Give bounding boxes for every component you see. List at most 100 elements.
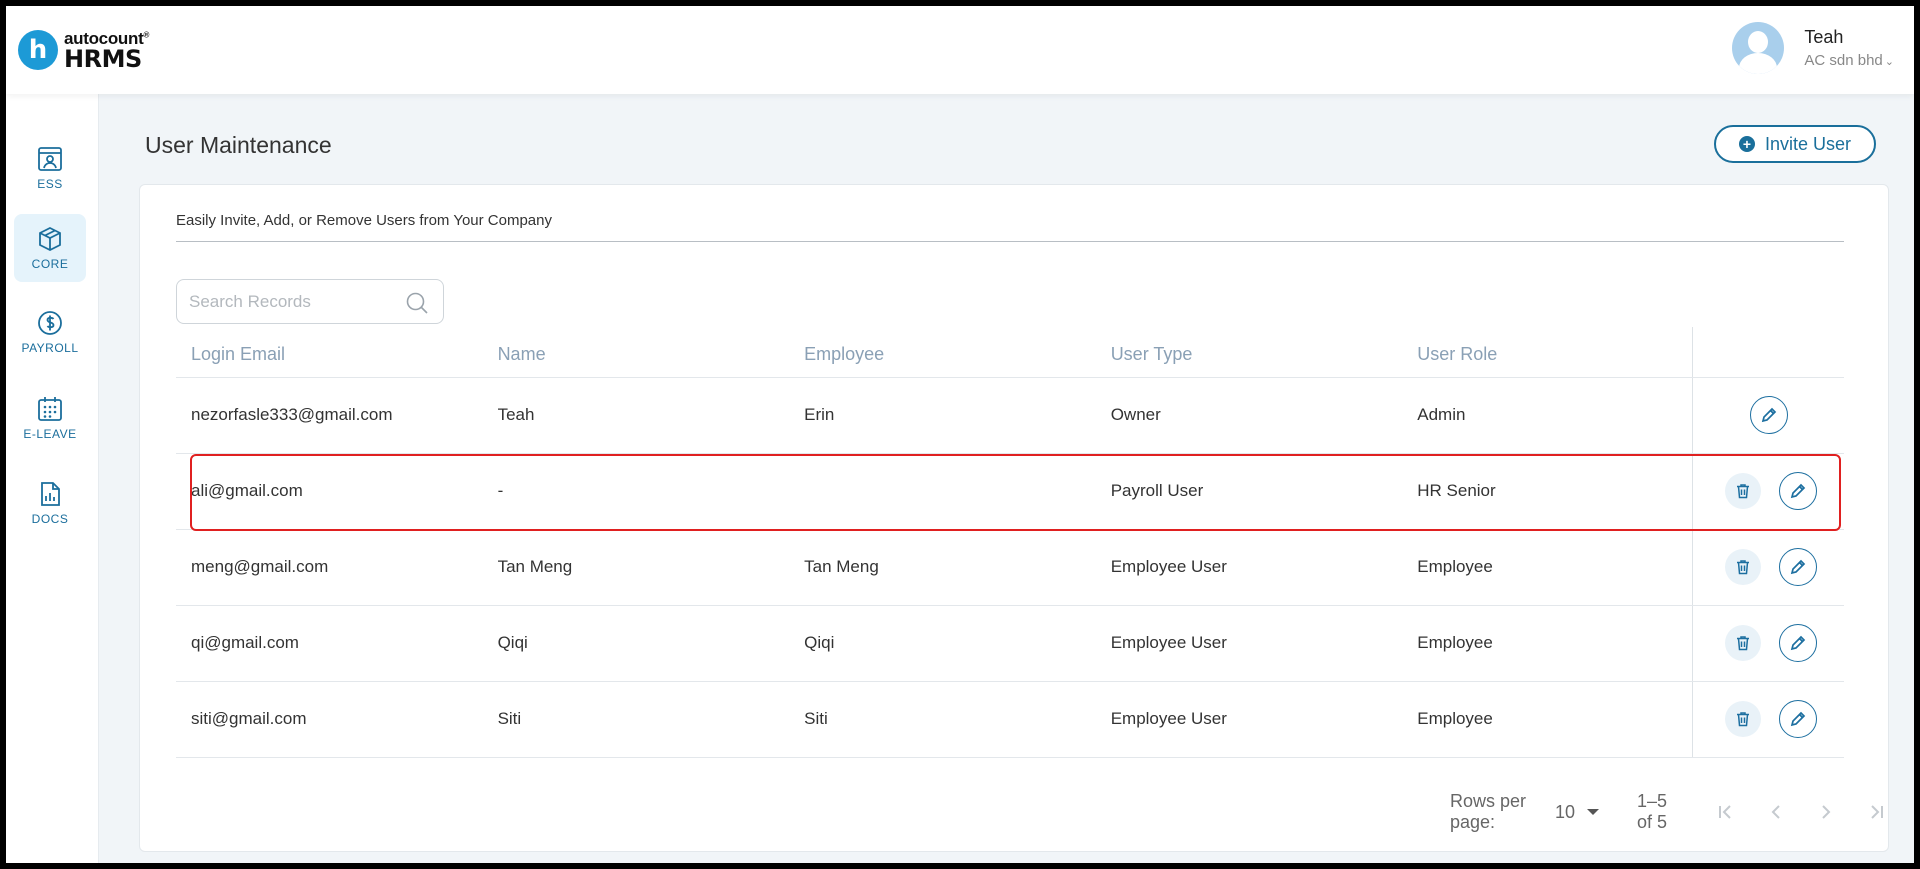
table-row[interactable]: nezorfasle333@gmail.com Teah Erin Owner … bbox=[176, 377, 1844, 454]
cell-login-email: nezorfasle333@gmail.com bbox=[176, 377, 483, 454]
last-page-button[interactable] bbox=[1864, 800, 1888, 824]
search-box bbox=[176, 279, 444, 324]
previous-page-button[interactable] bbox=[1764, 800, 1788, 824]
pencil-icon bbox=[1790, 635, 1806, 651]
cell-user-role: Admin bbox=[1402, 377, 1693, 454]
cell-actions bbox=[1692, 377, 1844, 454]
last-page-icon bbox=[1871, 805, 1883, 819]
sidebar-item-label: ESS bbox=[37, 177, 63, 191]
trash-icon bbox=[1737, 560, 1749, 575]
cell-name: Tan Meng bbox=[482, 529, 790, 606]
sidebar: ESS CORE PAYROLL E-LEAVE DOCS bbox=[6, 94, 99, 863]
chevron-left-icon bbox=[1771, 805, 1780, 819]
page-title: User Maintenance bbox=[145, 132, 332, 158]
trash-icon bbox=[1737, 484, 1749, 499]
pencil-icon bbox=[1790, 483, 1806, 499]
table-row[interactable]: qi@gmail.com Qiqi Qiqi Employee User Emp… bbox=[176, 605, 1844, 682]
cell-employee: Qiqi bbox=[789, 605, 1096, 682]
caret-down-icon bbox=[1587, 809, 1600, 815]
cell-employee bbox=[789, 453, 1096, 530]
delete-button[interactable] bbox=[1725, 473, 1761, 509]
cell-actions bbox=[1692, 681, 1844, 758]
cell-employee: Erin bbox=[789, 377, 1096, 454]
table-row[interactable]: meng@gmail.com Tan Meng Tan Meng Employe… bbox=[176, 529, 1844, 606]
rows-per-page-label: Rows per page: bbox=[1450, 791, 1527, 832]
sidebar-item-eleave[interactable]: E-LEAVE bbox=[14, 384, 86, 452]
cell-user-type: Owner bbox=[1095, 377, 1403, 454]
cell-actions bbox=[1692, 453, 1844, 530]
avatar bbox=[1732, 22, 1785, 74]
app-logo[interactable]: h autocount® HRMS bbox=[18, 26, 149, 74]
dollar-icon bbox=[38, 311, 62, 335]
first-page-button[interactable] bbox=[1714, 800, 1738, 824]
cell-actions bbox=[1692, 605, 1844, 682]
edit-button[interactable] bbox=[1779, 472, 1817, 510]
table-row[interactable]: siti@gmail.com Siti Siti Employee User E… bbox=[176, 681, 1844, 758]
app-frame: h autocount® HRMS Teah AC sdn bhd⌄ ESS bbox=[6, 6, 1914, 863]
delete-button[interactable] bbox=[1725, 625, 1761, 661]
cell-user-type: Employee User bbox=[1095, 681, 1403, 758]
trash-icon bbox=[1737, 636, 1749, 651]
sidebar-item-payroll[interactable]: PAYROLL bbox=[14, 298, 86, 366]
user-table-card: Easily Invite, Add, or Remove Users from… bbox=[139, 184, 1889, 852]
chevron-right-icon bbox=[1822, 805, 1831, 819]
cell-name: Qiqi bbox=[482, 605, 790, 682]
cube-icon bbox=[39, 226, 61, 252]
company-name: AC sdn bhd bbox=[1804, 52, 1883, 69]
sidebar-item-ess[interactable]: ESS bbox=[14, 134, 86, 202]
cell-user-role: Employee bbox=[1402, 529, 1693, 606]
sidebar-item-docs[interactable]: DOCS bbox=[14, 469, 86, 537]
calendar-icon bbox=[38, 397, 62, 421]
pencil-icon bbox=[1790, 559, 1806, 575]
user-name: Teah bbox=[1804, 27, 1844, 47]
top-bar: h autocount® HRMS Teah AC sdn bhd ⌄ bbox=[6, 6, 1914, 94]
pagination: Rows per page: 10 1–5 of 5 bbox=[1450, 791, 1888, 833]
sidebar-item-label: CORE bbox=[31, 257, 69, 271]
chevron-down-icon[interactable]: ⌄ bbox=[1885, 56, 1894, 68]
table-header-row: Login Email Name Employee User Type User… bbox=[176, 327, 1844, 378]
first-page-icon bbox=[1719, 805, 1731, 819]
rows-per-page-select[interactable]: 10 bbox=[1555, 802, 1600, 823]
pagination-range: 1–5 of 5 bbox=[1637, 791, 1668, 832]
edit-button[interactable] bbox=[1749, 396, 1788, 434]
column-header-user-role[interactable]: User Role bbox=[1402, 327, 1693, 378]
sidebar-item-label: PAYROLL bbox=[21, 341, 79, 355]
user-menu[interactable]: Teah AC sdn bhd ⌄ bbox=[1732, 22, 1894, 74]
page-subtitle: Easily Invite, Add, or Remove Users from… bbox=[176, 212, 552, 229]
cell-user-type: Employee User bbox=[1095, 529, 1403, 606]
edit-button[interactable] bbox=[1779, 548, 1817, 586]
column-header-employee[interactable]: Employee bbox=[789, 327, 1096, 378]
logo-icon: h bbox=[18, 30, 58, 70]
search-input[interactable] bbox=[189, 291, 389, 312]
edit-button[interactable] bbox=[1779, 624, 1817, 662]
logo-product: HRMS bbox=[64, 44, 142, 73]
column-header-login-email[interactable]: Login Email bbox=[176, 327, 483, 378]
delete-button[interactable] bbox=[1725, 549, 1761, 585]
document-chart-icon bbox=[41, 482, 60, 506]
next-page-button[interactable] bbox=[1814, 800, 1838, 824]
cell-name: Teah bbox=[482, 377, 790, 454]
cell-login-email: meng@gmail.com bbox=[176, 529, 483, 606]
plus-circle-icon: + bbox=[1738, 136, 1755, 152]
cell-user-type: Employee User bbox=[1095, 605, 1403, 682]
search-icon[interactable] bbox=[405, 291, 429, 315]
cell-user-type: Payroll User bbox=[1095, 453, 1403, 530]
table-row[interactable]: ali@gmail.com - Payroll User HR Senior bbox=[176, 453, 1844, 530]
invite-user-button[interactable]: + Invite User bbox=[1714, 125, 1876, 163]
column-header-user-type[interactable]: User Type bbox=[1095, 327, 1403, 378]
delete-button[interactable] bbox=[1725, 701, 1761, 737]
divider bbox=[176, 241, 1844, 242]
cell-user-role: Employee bbox=[1402, 681, 1693, 758]
sidebar-item-core[interactable]: CORE bbox=[14, 214, 86, 282]
sidebar-item-label: E-LEAVE bbox=[23, 427, 77, 441]
trash-icon bbox=[1737, 712, 1749, 727]
edit-button[interactable] bbox=[1779, 700, 1817, 738]
cell-login-email: qi@gmail.com bbox=[176, 605, 483, 682]
ess-icon bbox=[38, 147, 62, 171]
pencil-icon bbox=[1761, 407, 1776, 423]
column-header-name[interactable]: Name bbox=[482, 327, 790, 378]
cell-name: Siti bbox=[482, 681, 790, 758]
cell-user-role: HR Senior bbox=[1402, 453, 1693, 530]
cell-employee: Siti bbox=[789, 681, 1096, 758]
cell-name: - bbox=[482, 453, 790, 530]
